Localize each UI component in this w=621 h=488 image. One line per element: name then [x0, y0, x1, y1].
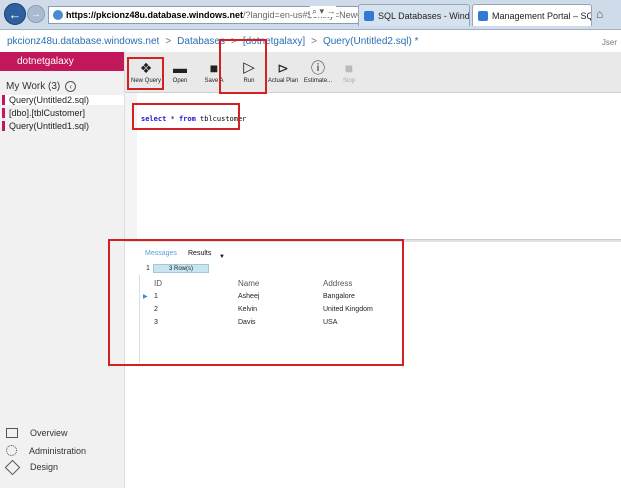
tab-sql-databases[interactable]: SQL Databases - Windows Azure	[358, 4, 470, 26]
nav-label: Administration	[29, 445, 87, 456]
estimated-plan-button[interactable]: ⓘ Estimate...	[301, 58, 335, 88]
nav-label: Design	[30, 462, 59, 472]
breadcrumb-databases[interactable]: Databases	[177, 36, 225, 47]
tab-label: SQL Databases - Windows Azure	[378, 10, 470, 21]
forward-button[interactable]: →	[27, 5, 45, 23]
breadcrumb-separator: >	[311, 35, 317, 47]
overview-icon	[6, 428, 18, 438]
button-label: Open	[172, 78, 188, 84]
highlight-query-text	[132, 103, 240, 130]
toolbar: ❖ New Query ▬ Open ■ Save A ▷ Run ⊳ Actu…	[125, 52, 621, 93]
plan-icon: ⊳	[277, 60, 289, 76]
work-item-tblcustomer[interactable]: [dbo].[tblCustomer]	[2, 108, 124, 118]
nav-label: Overview	[30, 428, 68, 438]
nav-overview[interactable]: Overview	[6, 428, 68, 438]
actual-plan-button[interactable]: ⊳ Actual Plan	[266, 58, 300, 88]
tab-management-portal[interactable]: Management Portal – SQL ... ×	[472, 4, 592, 26]
browser-chrome: ← → https://pkcionz48u.database.windows.…	[0, 0, 621, 30]
button-label: Stop	[342, 78, 356, 84]
address-tools[interactable]: ⌕ ▾ →	[310, 6, 336, 17]
my-work-label: My Work (3)	[6, 81, 61, 92]
home-icon[interactable]: ⌂	[596, 7, 610, 21]
button-label: Estimate...	[303, 78, 333, 84]
folder-icon: ▬	[173, 60, 187, 76]
design-icon	[6, 462, 18, 472]
url-path: /?langid=en-us#$entity=NewQuery&id=	[243, 10, 365, 20]
stop-button[interactable]: ■ Stop	[332, 58, 366, 88]
azure-favicon-icon	[478, 10, 488, 21]
work-item-untitled1[interactable]: Query(Untitled1.sql)	[2, 121, 124, 131]
highlight-new-query	[127, 57, 164, 90]
button-label: Actual Plan	[267, 78, 299, 84]
nav-administration[interactable]: Administration	[6, 445, 86, 456]
work-item-untitled2[interactable]: Query(Untitled2.sql)	[2, 95, 124, 105]
azure-favicon-icon	[364, 10, 374, 21]
back-button[interactable]: ←	[4, 3, 26, 25]
collapse-icon[interactable]: ‹	[65, 81, 77, 92]
my-work-title: My Work (3) ‹	[0, 81, 124, 92]
stop-icon: ■	[344, 60, 354, 76]
highlight-results	[108, 239, 404, 366]
breadcrumb-separator: >	[165, 35, 172, 47]
administration-icon	[6, 445, 17, 456]
tab-label: Management Portal – SQL ...	[492, 10, 591, 21]
user-name[interactable]: Jser	[602, 38, 617, 47]
breadcrumb-query[interactable]: Query(Untitled2.sql) *	[323, 36, 419, 47]
globe-icon	[53, 10, 63, 20]
estimate-icon: ⓘ	[311, 60, 325, 76]
highlight-run	[219, 39, 267, 94]
breadcrumb: pkcionz48u.database.windows.net > Databa…	[0, 30, 621, 52]
url-host: https://pkcionz48u.database.windows.net	[66, 10, 244, 20]
nav-design[interactable]: Design	[6, 462, 58, 472]
sidebar: dotnetgalaxy My Work (3) ‹ Query(Untitle…	[0, 52, 125, 488]
database-header[interactable]: dotnetgalaxy	[0, 52, 124, 71]
open-button[interactable]: ▬ Open	[163, 58, 197, 88]
breadcrumb-server[interactable]: pkcionz48u.database.windows.net	[7, 36, 159, 47]
